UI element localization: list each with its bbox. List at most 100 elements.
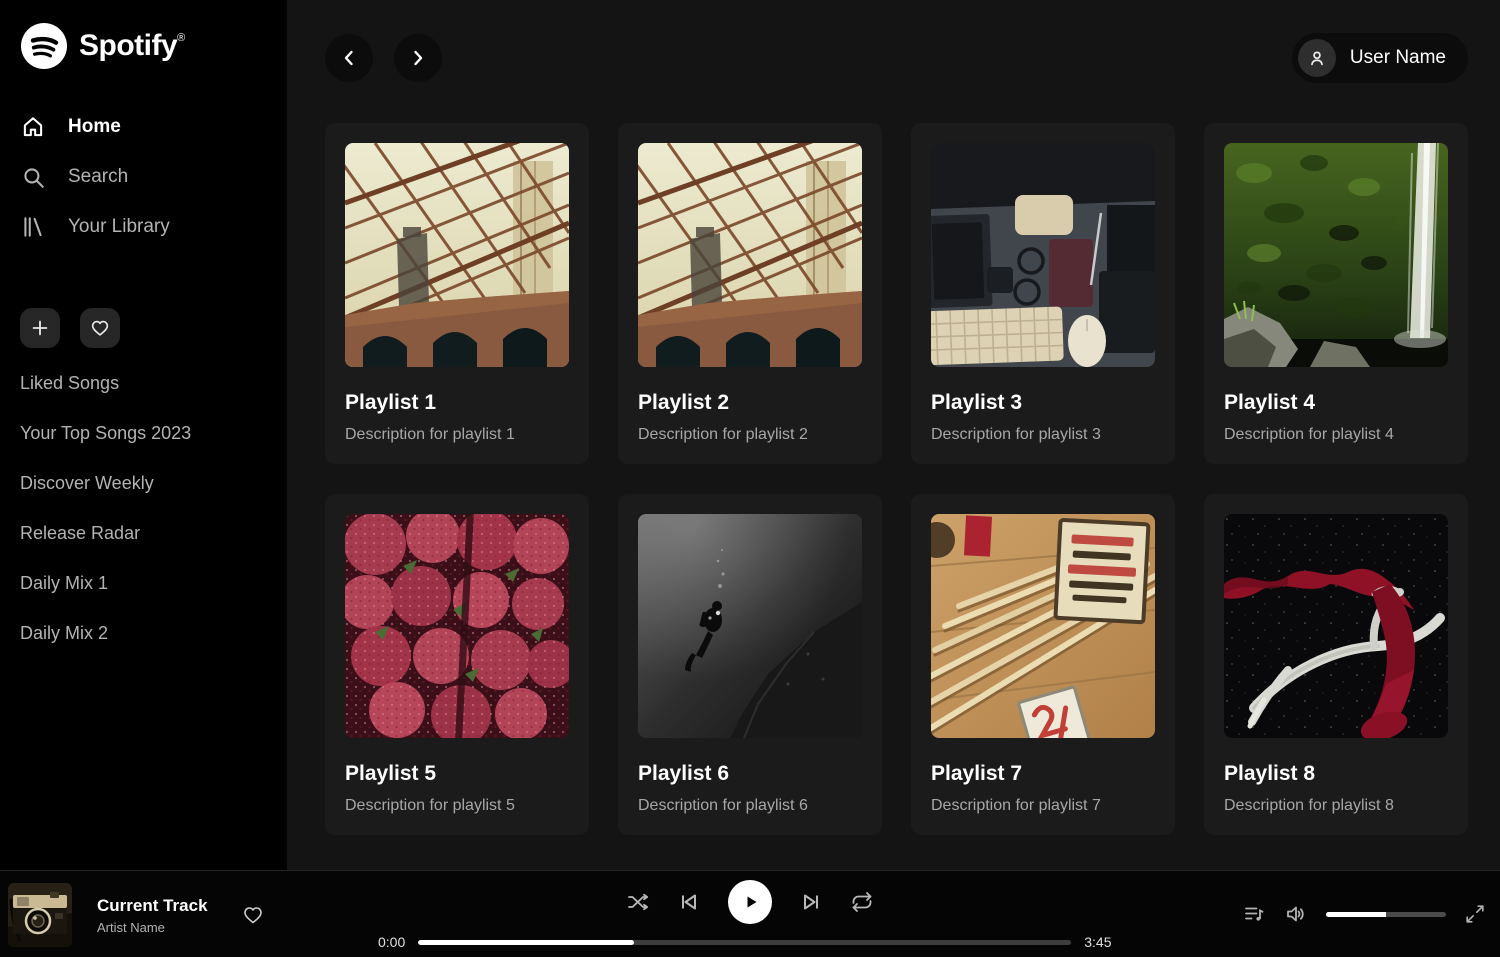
sidebar-playlist-release-radar[interactable]: Release Radar	[20, 508, 267, 558]
playlist-card-6[interactable]: Playlist 6 Description for playlist 6	[618, 494, 882, 835]
volume-icon	[1284, 902, 1308, 926]
expand-icon	[1464, 903, 1486, 925]
playlist-cover-image-waterfall	[1224, 143, 1448, 367]
playlist-title[interactable]: Playlist 8	[1224, 762, 1448, 786]
main-content: User Name	[287, 0, 1500, 870]
like-track-button[interactable]	[241, 903, 265, 927]
elapsed-time: 0:00	[378, 934, 405, 950]
sidebar-playlist-daily-mix-2[interactable]: Daily Mix 2	[20, 608, 267, 658]
fullscreen-button[interactable]	[1464, 903, 1486, 925]
playlist-title[interactable]: Playlist 5	[345, 762, 569, 786]
repeat-button[interactable]	[850, 890, 874, 914]
album-art-camera	[8, 883, 72, 947]
back-button[interactable]	[325, 34, 373, 82]
playlist-title[interactable]: Playlist 7	[931, 762, 1155, 786]
sidebar-item-search[interactable]: Search	[20, 152, 267, 202]
playlist-description: Description for playlist 2	[638, 426, 862, 444]
sidebar-item-your-library[interactable]: Your Library	[20, 202, 267, 252]
sidebar-playlist-daily-mix-1[interactable]: Daily Mix 1	[20, 558, 267, 608]
playlist-cover-image-rulers	[931, 514, 1155, 738]
queue-button[interactable]	[1242, 902, 1266, 926]
playlist-description: Description for playlist 6	[638, 797, 862, 815]
avatar	[1298, 39, 1336, 77]
heart-icon	[89, 317, 111, 339]
play-button[interactable]	[728, 880, 772, 924]
library-icon	[20, 214, 46, 240]
sidebar-item-home[interactable]: Home	[20, 102, 267, 152]
volume-button[interactable]	[1284, 902, 1308, 926]
playlist-cover-image-bridge	[345, 143, 569, 367]
playlist-title[interactable]: Playlist 3	[931, 391, 1155, 415]
brand-name: Spotify®	[79, 31, 185, 61]
topbar: User Name	[325, 33, 1468, 83]
next-button[interactable]	[799, 890, 823, 914]
playlist-card-2[interactable]: Playlist 2 Description for playlist 2	[618, 123, 882, 464]
sidebar-playlist-liked-songs[interactable]: Liked Songs	[20, 358, 267, 408]
playlist-description: Description for playlist 4	[1224, 426, 1448, 444]
playlist-card-8[interactable]: Playlist 8 Description for playlist 8	[1204, 494, 1468, 835]
create-playlist-button[interactable]	[20, 308, 60, 348]
now-playing: Current Track Artist Name	[8, 883, 265, 947]
user-icon	[1306, 47, 1328, 69]
sidebar-item-label: Home	[68, 116, 121, 138]
playlist-title[interactable]: Playlist 6	[638, 762, 862, 786]
playlist-cover-image-antler	[1224, 514, 1448, 738]
chevron-left-icon	[337, 46, 361, 70]
playlist-description: Description for playlist 3	[931, 426, 1155, 444]
playlist-description: Description for playlist 5	[345, 797, 569, 815]
playlist-title[interactable]: Playlist 1	[345, 391, 569, 415]
sidebar-playlist-discover-weekly[interactable]: Discover Weekly	[20, 458, 267, 508]
user-name: User Name	[1350, 47, 1446, 69]
playlist-cover-image-strawberries	[345, 514, 569, 738]
playlist-card-1[interactable]: Playlist 1 Description for playlist 1	[325, 123, 589, 464]
duration-time: 3:45	[1084, 934, 1111, 950]
previous-icon	[677, 890, 701, 914]
sidebar-playlist-top-songs[interactable]: Your Top Songs 2023	[20, 408, 267, 458]
search-icon	[20, 164, 46, 190]
playlist-title[interactable]: Playlist 4	[1224, 391, 1448, 415]
sidebar-item-label: Your Library	[68, 216, 170, 238]
playlist-cover	[345, 143, 569, 367]
track-title: Current Track	[97, 896, 208, 916]
volume-slider[interactable]	[1326, 912, 1446, 917]
playlist-description: Description for playlist 7	[931, 797, 1155, 815]
playlist-card-4[interactable]: Playlist 4 Description for playlist 4	[1204, 123, 1468, 464]
artist-name: Artist Name	[97, 920, 208, 935]
registered-mark: ®	[177, 32, 185, 44]
playlist-card-5[interactable]: Playlist 5 Description for playlist 5	[325, 494, 589, 835]
forward-button[interactable]	[394, 34, 442, 82]
playback-controls	[626, 880, 874, 924]
library-actions	[20, 308, 267, 348]
play-icon	[738, 890, 762, 914]
chevron-right-icon	[406, 46, 430, 70]
previous-button[interactable]	[677, 890, 701, 914]
playlist-card-7[interactable]: Playlist 7 Description for playlist 7	[911, 494, 1175, 835]
volume-fill	[1326, 912, 1386, 917]
playlist-title[interactable]: Playlist 2	[638, 391, 862, 415]
playlist-cover-image-desk	[931, 143, 1155, 367]
playlist-cover	[931, 514, 1155, 738]
home-icon	[20, 114, 46, 140]
now-playing-artwork	[8, 883, 72, 947]
playlist-description: Description for playlist 1	[345, 426, 569, 444]
shuffle-button[interactable]	[626, 890, 650, 914]
spotify-logo: Spotify®	[20, 22, 267, 70]
user-menu[interactable]: User Name	[1292, 33, 1468, 83]
next-icon	[799, 890, 823, 914]
playlist-cover	[638, 514, 862, 738]
playlist-card-3[interactable]: Playlist 3 Description for playlist 3	[911, 123, 1175, 464]
now-playing-info: Current Track Artist Name	[97, 896, 208, 935]
sidebar: Spotify® Home Search Your Library Liked …	[0, 0, 287, 870]
playlist-cover	[638, 143, 862, 367]
playlist-cover	[1224, 514, 1448, 738]
playlist-cover	[1224, 143, 1448, 367]
spotify-logo-icon	[20, 22, 68, 70]
sidebar-item-label: Search	[68, 166, 128, 188]
progress-bar[interactable]	[418, 940, 1071, 945]
playlist-grid: Playlist 1 Description for playlist 1	[325, 123, 1468, 835]
sidebar-playlist-list: Liked Songs Your Top Songs 2023 Discover…	[20, 358, 267, 658]
playlist-cover	[345, 514, 569, 738]
player-bar: Current Track Artist Name	[0, 870, 1500, 957]
liked-songs-button[interactable]	[80, 308, 120, 348]
heart-icon	[241, 903, 265, 927]
